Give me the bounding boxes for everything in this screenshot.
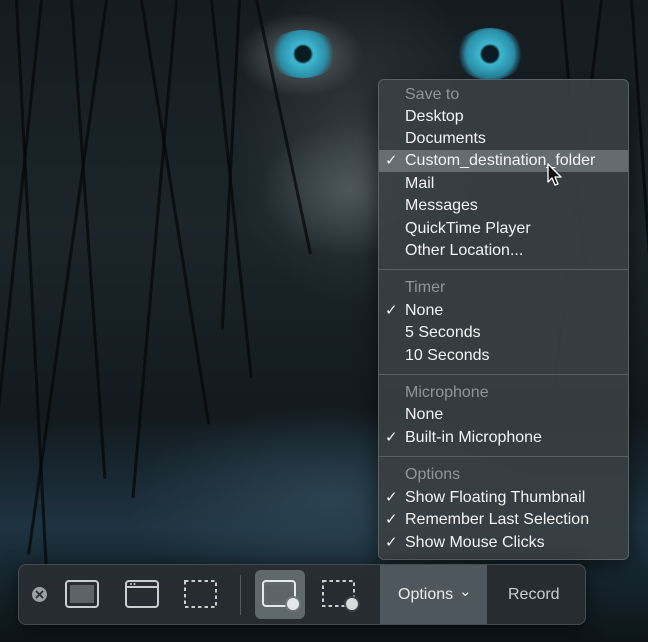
menu-item-custom-destination-folder[interactable]: ✓ Custom_destination_folder [379, 150, 628, 172]
menu-item-show-mouse-clicks[interactable]: ✓ Show Mouse Clicks [379, 532, 628, 554]
wallpaper-eye-left [268, 30, 338, 78]
options-button[interactable]: Options ⌄ [380, 565, 487, 624]
mouse-pointer-icon [547, 163, 562, 186]
menu-item-timer-none[interactable]: ✓ None [379, 300, 628, 322]
record-screen-icon [262, 580, 301, 612]
menu-item-remember-last-selection[interactable]: ✓ Remember Last Selection [379, 509, 628, 531]
wallpaper-eye-right [455, 28, 525, 80]
checkmark-icon: ✓ [385, 302, 398, 319]
checkmark-icon: ✓ [385, 534, 398, 551]
screenshot-toolbar: Options ⌄ Record [18, 564, 586, 625]
timer-header: Timer [405, 279, 446, 296]
capture-window-button[interactable] [123, 565, 163, 624]
menu-item-quicktime-player[interactable]: QuickTime Player [379, 218, 628, 240]
menu-item-timer-5-seconds[interactable]: 5 Seconds [379, 322, 628, 344]
toolbar-divider [240, 575, 241, 615]
save-to-header: Save to [405, 86, 460, 103]
record-selected-portion-button[interactable] [315, 565, 365, 624]
chevron-down-icon: ⌄ [459, 583, 472, 600]
menu-item-built-in-microphone[interactable]: ✓ Built-in Microphone [379, 427, 628, 449]
menu-item-desktop[interactable]: Desktop [379, 106, 628, 128]
options-button-label: Options [398, 586, 454, 603]
menu-item-other-location[interactable]: Other Location... [379, 240, 628, 262]
checkmark-icon: ✓ [385, 489, 398, 506]
menu-separator [379, 374, 628, 375]
menu-item-mail[interactable]: Mail [379, 173, 628, 195]
menu-item-messages[interactable]: Messages [379, 195, 628, 217]
checkmark-icon: ✓ [385, 152, 398, 169]
menu-item-documents[interactable]: Documents [379, 128, 628, 150]
capture-entire-screen-button[interactable] [63, 565, 103, 624]
menu-item-show-floating-thumbnail[interactable]: ✓ Show Floating Thumbnail [379, 487, 628, 509]
screenshot-options-menu: Save to Desktop Documents ✓ Custom_desti… [378, 79, 629, 560]
checkmark-icon: ✓ [385, 429, 398, 446]
menu-separator [379, 456, 628, 457]
menu-item-microphone-none[interactable]: None [379, 404, 628, 426]
checkmark-icon: ✓ [385, 511, 398, 528]
record-button[interactable]: Record [508, 565, 560, 624]
record-entire-screen-button[interactable] [255, 570, 305, 619]
menu-separator [379, 269, 628, 270]
capture-selected-portion-button[interactable] [181, 565, 221, 624]
window-icon [125, 580, 159, 608]
menu-item-timer-10-seconds[interactable]: 10 Seconds [379, 345, 628, 367]
record-selection-icon [322, 580, 360, 612]
options-header: Options [405, 466, 461, 483]
microphone-header: Microphone [405, 384, 489, 401]
selection-icon [184, 580, 217, 608]
entire-screen-icon [65, 580, 99, 608]
close-icon[interactable] [32, 587, 47, 602]
